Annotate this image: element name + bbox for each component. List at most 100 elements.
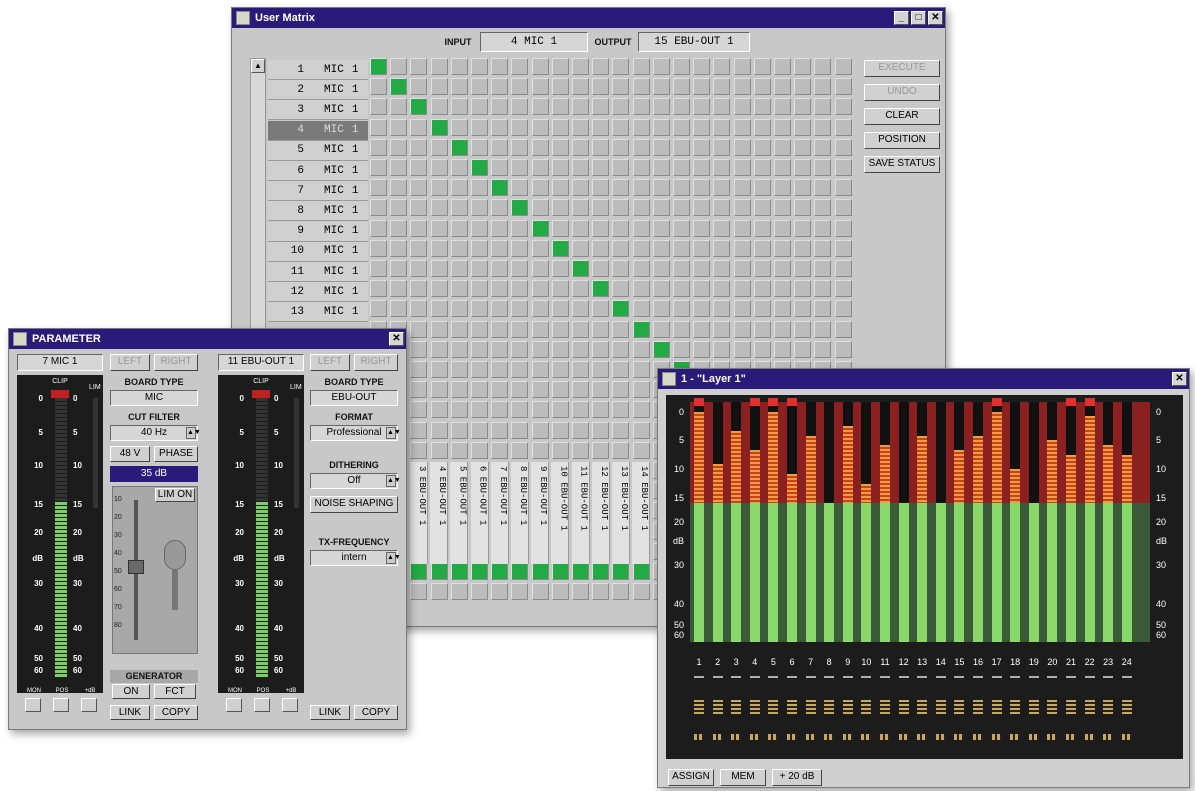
matrix-cell[interactable] xyxy=(551,159,569,176)
matrix-cell[interactable] xyxy=(430,441,448,459)
matrix-cell[interactable] xyxy=(632,199,650,217)
matrix-cell[interactable] xyxy=(652,138,670,156)
matrix-cell[interactable] xyxy=(572,219,589,237)
matrix-cell[interactable] xyxy=(612,179,630,197)
matrix-row-label[interactable]: 12 MIC 1 xyxy=(268,282,368,303)
matrix-cell[interactable] xyxy=(491,583,509,601)
matrix-cell[interactable] xyxy=(814,219,832,237)
cut-filter-select[interactable]: 40 Hz ▲▼ xyxy=(110,425,201,441)
matrix-cell[interactable] xyxy=(632,98,650,116)
matrix-cell[interactable] xyxy=(774,199,791,217)
matrix-cell[interactable] xyxy=(572,340,589,358)
matrix-cell[interactable] xyxy=(410,58,428,75)
minimize-icon[interactable]: _ xyxy=(894,11,909,25)
matrix-cell[interactable] xyxy=(632,280,650,298)
matrix-cell[interactable] xyxy=(511,563,529,580)
matrix-cell[interactable] xyxy=(632,58,650,75)
right-button[interactable]: RIGHT xyxy=(154,354,198,371)
matrix-cell[interactable] xyxy=(572,320,589,338)
matrix-cell[interactable] xyxy=(491,199,509,217)
matrix-cell[interactable] xyxy=(430,320,448,338)
matrix-cell[interactable] xyxy=(450,58,468,75)
bottom-button[interactable] xyxy=(254,698,270,712)
right-button-2[interactable]: RIGHT xyxy=(354,354,398,371)
matrix-cell[interactable] xyxy=(410,219,428,237)
matrix-cell[interactable] xyxy=(390,118,408,136)
matrix-cell[interactable] xyxy=(491,138,509,156)
matrix-row-label[interactable]: 8 MIC 1 xyxy=(268,201,368,222)
matrix-cell[interactable] xyxy=(652,320,670,338)
matrix-cell[interactable] xyxy=(471,300,488,318)
matrix-cell[interactable] xyxy=(390,179,408,197)
matrix-cell[interactable] xyxy=(491,78,509,96)
matrix-cell[interactable] xyxy=(652,118,670,136)
matrix-cell[interactable] xyxy=(531,239,549,257)
matrix-cell[interactable] xyxy=(713,320,731,338)
matrix-cell[interactable] xyxy=(834,78,852,96)
matrix-cell[interactable] xyxy=(572,78,589,96)
matrix-cell[interactable] xyxy=(511,138,529,156)
matrix-cell[interactable] xyxy=(572,199,589,217)
matrix-cell[interactable] xyxy=(612,340,630,358)
matrix-cell[interactable] xyxy=(572,361,589,378)
matrix-cell[interactable] xyxy=(733,159,751,176)
matrix-cell[interactable] xyxy=(753,320,771,338)
matrix-cell[interactable] xyxy=(592,58,610,75)
matrix-cell[interactable] xyxy=(794,179,812,197)
matrix-cell[interactable] xyxy=(834,320,852,338)
matrix-cell[interactable] xyxy=(592,583,610,601)
matrix-cell[interactable] xyxy=(551,300,569,318)
matrix-cell[interactable] xyxy=(410,260,428,277)
matrix-cell[interactable] xyxy=(673,280,690,298)
matrix-cell[interactable] xyxy=(572,441,589,459)
matrix-cell[interactable] xyxy=(450,421,468,439)
matrix-cell[interactable] xyxy=(693,138,711,156)
matrix-cell[interactable] xyxy=(430,78,448,96)
matrix-cell[interactable] xyxy=(511,340,529,358)
matrix-cell[interactable] xyxy=(612,563,630,580)
matrix-cell[interactable] xyxy=(370,199,387,217)
matrix-cell[interactable] xyxy=(632,441,650,459)
matrix-cell[interactable] xyxy=(471,98,488,116)
matrix-cell[interactable] xyxy=(410,138,428,156)
save-status-button[interactable]: SAVE STATUS xyxy=(864,156,940,173)
matrix-cell[interactable] xyxy=(410,361,428,378)
matrix-cell[interactable] xyxy=(511,441,529,459)
dithering-select[interactable]: Off ▲▼ xyxy=(310,473,401,489)
matrix-cell[interactable] xyxy=(834,98,852,116)
matrix-cell[interactable] xyxy=(491,421,509,439)
matrix-cell[interactable] xyxy=(531,381,549,399)
matrix-cell[interactable] xyxy=(572,563,589,580)
spinner-icon[interactable]: ▲▼ xyxy=(386,552,401,564)
matrix-cell[interactable] xyxy=(713,300,731,318)
matrix-cell[interactable] xyxy=(551,280,569,298)
matrix-cell[interactable] xyxy=(693,179,711,197)
matrix-cell[interactable] xyxy=(834,199,852,217)
matrix-cell[interactable] xyxy=(370,118,387,136)
matrix-cell[interactable] xyxy=(794,219,812,237)
matrix-cell[interactable] xyxy=(794,320,812,338)
matrix-cell[interactable] xyxy=(471,260,488,277)
matrix-cell[interactable] xyxy=(491,381,509,399)
phase-button[interactable]: PHASE xyxy=(154,446,198,462)
matrix-cell[interactable] xyxy=(733,138,751,156)
matrix-cell[interactable] xyxy=(713,340,731,358)
matrix-cell[interactable] xyxy=(632,260,650,277)
matrix-cell[interactable] xyxy=(612,118,630,136)
matrix-cell[interactable] xyxy=(511,381,529,399)
matrix-cell[interactable] xyxy=(511,239,529,257)
matrix-cell[interactable] xyxy=(592,441,610,459)
matrix-cell[interactable] xyxy=(491,340,509,358)
matrix-cell[interactable] xyxy=(410,563,428,580)
matrix-cell[interactable] xyxy=(673,340,690,358)
matrix-cell[interactable] xyxy=(693,280,711,298)
matrix-cell[interactable] xyxy=(673,58,690,75)
matrix-cell[interactable] xyxy=(673,159,690,176)
matrix-cell[interactable] xyxy=(652,159,670,176)
matrix-cell[interactable] xyxy=(592,179,610,197)
matrix-cell[interactable] xyxy=(713,219,731,237)
matrix-cell[interactable] xyxy=(410,98,428,116)
matrix-cell[interactable] xyxy=(592,118,610,136)
matrix-cell[interactable] xyxy=(471,179,488,197)
matrix-cell[interactable] xyxy=(450,340,468,358)
